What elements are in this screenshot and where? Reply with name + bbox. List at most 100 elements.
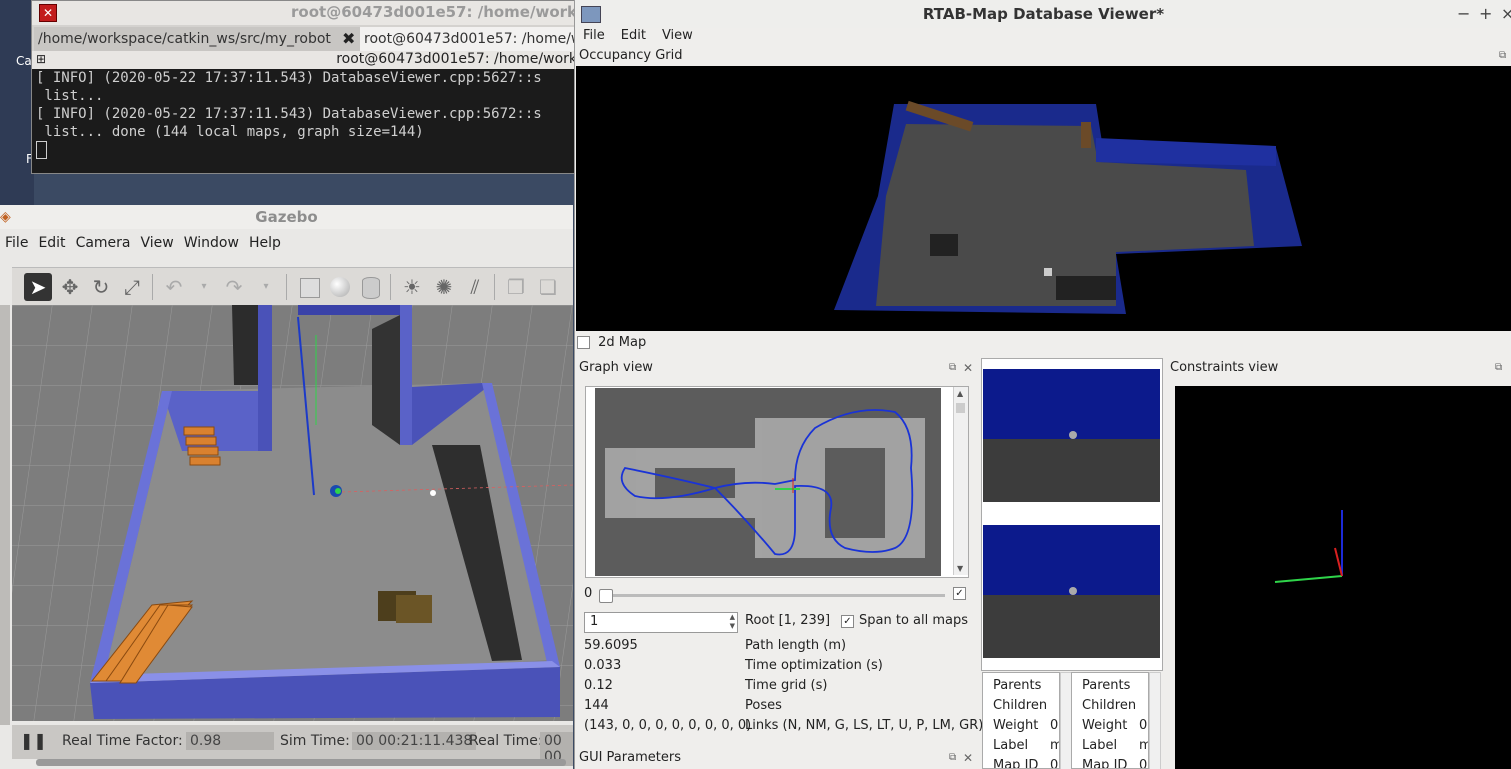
dock-float-icon[interactable]: ⧉	[1495, 362, 1502, 373]
image-view-top[interactable]	[983, 369, 1160, 502]
scale-icon[interactable]: ⤢	[120, 275, 144, 299]
terminal-output[interactable]: [ INFO] (2020-05-22 17:37:11.543) Databa…	[32, 69, 577, 173]
point-light-icon[interactable]: ☀	[400, 275, 424, 299]
spin-down-icon[interactable]: ▼	[730, 622, 735, 630]
map2d-checkbox[interactable]	[577, 336, 590, 349]
gazebo-titlebar[interactable]: Gazebo	[0, 205, 573, 229]
prop-row: Weight 0	[993, 716, 1059, 736]
rtf-label: Real Time Factor:	[62, 733, 183, 749]
graph-view-title: Graph view	[579, 360, 653, 375]
prop-label: Map ID	[1082, 758, 1128, 769]
rtabmap-window[interactable]: RTAB-Map Database Viewer* − + × FileEdit…	[574, 0, 1511, 769]
node-properties-right[interactable]: Parents Children Weight 0 Label m Map ID 0	[1071, 672, 1149, 769]
gazebo-window[interactable]: Gazebo ◈ File Edit Camera View Window Help ➤ …	[0, 205, 573, 769]
time-slider[interactable]	[599, 589, 945, 603]
dock-float-icon[interactable]: ⧉	[949, 752, 956, 763]
prop-label: Parents	[993, 678, 1042, 693]
menu-view[interactable]: View	[654, 28, 701, 43]
copy-icon[interactable]: ❐	[504, 275, 528, 299]
new-tab-icon[interactable]: ⊞	[36, 52, 46, 66]
spot-light-icon[interactable]: ✺	[432, 275, 456, 299]
gazebo-statusbar: ❚❚ Real Time Factor: 0.98 Sim Time: 00 0…	[12, 725, 573, 766]
directional-light-icon[interactable]: ⫽	[463, 275, 487, 299]
terminal-tab-bar: /home/workspace/catkin_ws/src/my_robot ✖…	[32, 25, 577, 51]
graph-view[interactable]: ▲ ▼	[585, 386, 969, 578]
tab-label: /home/workspace/catkin_ws/src/my_robot	[38, 31, 331, 47]
dock-float-icon[interactable]: ⧉	[1499, 50, 1506, 61]
terminal-line: list... done (144 local maps, graph size…	[36, 124, 424, 140]
rotate-icon[interactable]: ↻	[89, 275, 113, 299]
map2d-label: 2d Map	[598, 335, 647, 350]
dock-float-icon[interactable]: ⧉	[949, 362, 956, 373]
chevron-down-icon[interactable]: ▾	[254, 275, 278, 299]
node-properties-left[interactable]: Parents Children Weight 0 Label m Map ID 0	[982, 672, 1060, 769]
paste-icon[interactable]: ❏	[536, 275, 560, 299]
menu-camera[interactable]: Camera	[71, 231, 136, 255]
menu-help[interactable]: Help	[244, 231, 286, 255]
sphere-shape-icon[interactable]	[328, 275, 352, 299]
cylinder-shape-icon[interactable]	[358, 275, 382, 299]
graph-canvas[interactable]	[595, 388, 941, 576]
span-maps-checkbox[interactable]: ✓	[841, 615, 854, 628]
prop-row: Children	[1082, 696, 1148, 716]
image-view-bottom[interactable]	[983, 525, 1160, 658]
props-right-scrollbar[interactable]	[1149, 672, 1161, 769]
menu-edit[interactable]: Edit	[33, 231, 70, 255]
terminal-window[interactable]: ✕ root@60473d001e57: /home/work /home/wo…	[31, 0, 578, 174]
undo-icon[interactable]: ↶	[162, 275, 186, 299]
redo-icon[interactable]: ↷	[222, 275, 246, 299]
gazebo-title: Gazebo	[255, 208, 318, 226]
poses-label: Poses	[745, 698, 782, 713]
terminal-titlebar[interactable]: ✕ root@60473d001e57: /home/work	[32, 1, 577, 25]
slider-checkbox[interactable]: ✓	[953, 587, 966, 600]
menu-window[interactable]: Window	[179, 231, 244, 255]
menu-file[interactable]: File	[575, 28, 613, 43]
prop-label: Map ID	[993, 758, 1039, 769]
graph-vertical-scrollbar[interactable]: ▲ ▼	[953, 387, 968, 575]
gazebo-3d-scene[interactable]	[12, 305, 573, 721]
prop-row: Label m	[993, 736, 1059, 756]
tab-close-icon[interactable]: ✖	[342, 29, 355, 48]
constraints-view[interactable]	[1175, 386, 1511, 769]
translate-icon[interactable]: ✥	[58, 275, 82, 299]
prop-label: Label	[993, 738, 1029, 753]
node-spinbox[interactable]: 1 ▲ ▼	[584, 612, 738, 633]
close-icon[interactable]: ✕	[39, 4, 57, 22]
dock-close-icon[interactable]: ✕	[963, 361, 973, 375]
terminal-subtitle: root@60473d001e57: /home/work	[336, 51, 577, 67]
close-icon[interactable]: ×	[1501, 4, 1511, 23]
terminal-tab[interactable]: root@60473d001e57: /home/wo	[360, 27, 577, 51]
occupancy-grid-view[interactable]	[576, 66, 1511, 331]
maximize-icon[interactable]: +	[1479, 4, 1492, 23]
scroll-thumb[interactable]	[956, 403, 965, 413]
select-arrow-icon[interactable]: ➤	[24, 273, 52, 301]
dock-close-icon[interactable]: ✕	[963, 751, 973, 765]
pause-icon[interactable]: ❚❚	[20, 731, 47, 750]
prop-label: Weight	[993, 718, 1039, 733]
time-grid-label: Time grid (s)	[745, 678, 828, 693]
box-shape-icon[interactable]	[297, 275, 321, 299]
gazebo-menubar: File Edit Camera View Window Help	[0, 231, 286, 257]
scroll-down-icon[interactable]: ▼	[957, 564, 963, 573]
rtabmap-titlebar[interactable]: RTAB-Map Database Viewer* − + ×	[575, 0, 1511, 28]
scroll-up-icon[interactable]: ▲	[957, 389, 963, 398]
menu-edit[interactable]: Edit	[613, 28, 654, 43]
map2d-toggle[interactable]: 2d Map	[577, 335, 646, 350]
desktop-background: Ca F	[0, 0, 34, 205]
menu-view[interactable]: View	[136, 231, 179, 255]
chevron-down-icon[interactable]: ▾	[192, 275, 216, 299]
spin-up-icon[interactable]: ▲	[730, 613, 735, 621]
terminal-cursor	[36, 141, 47, 159]
terminal-tab[interactable]: /home/workspace/catkin_ws/src/my_robot	[34, 27, 362, 51]
image-panels	[981, 358, 1163, 671]
prop-row: Parents	[993, 676, 1059, 696]
horizontal-scrollbar[interactable]	[36, 759, 566, 766]
gazebo-toolbar: ➤ ✥ ↻ ⤢ ↶ ▾ ↷ ▾ ☀ ✺ ⫽ ❐ ❏	[12, 267, 573, 306]
left-panel-handle[interactable]	[0, 305, 10, 725]
prop-value: m	[1139, 736, 1148, 756]
menu-file[interactable]: File	[0, 231, 33, 255]
slider-handle[interactable]	[599, 589, 613, 603]
minimize-icon[interactable]: −	[1457, 4, 1470, 23]
prop-label: Parents	[1082, 678, 1131, 693]
toolbar-separator	[390, 274, 391, 300]
